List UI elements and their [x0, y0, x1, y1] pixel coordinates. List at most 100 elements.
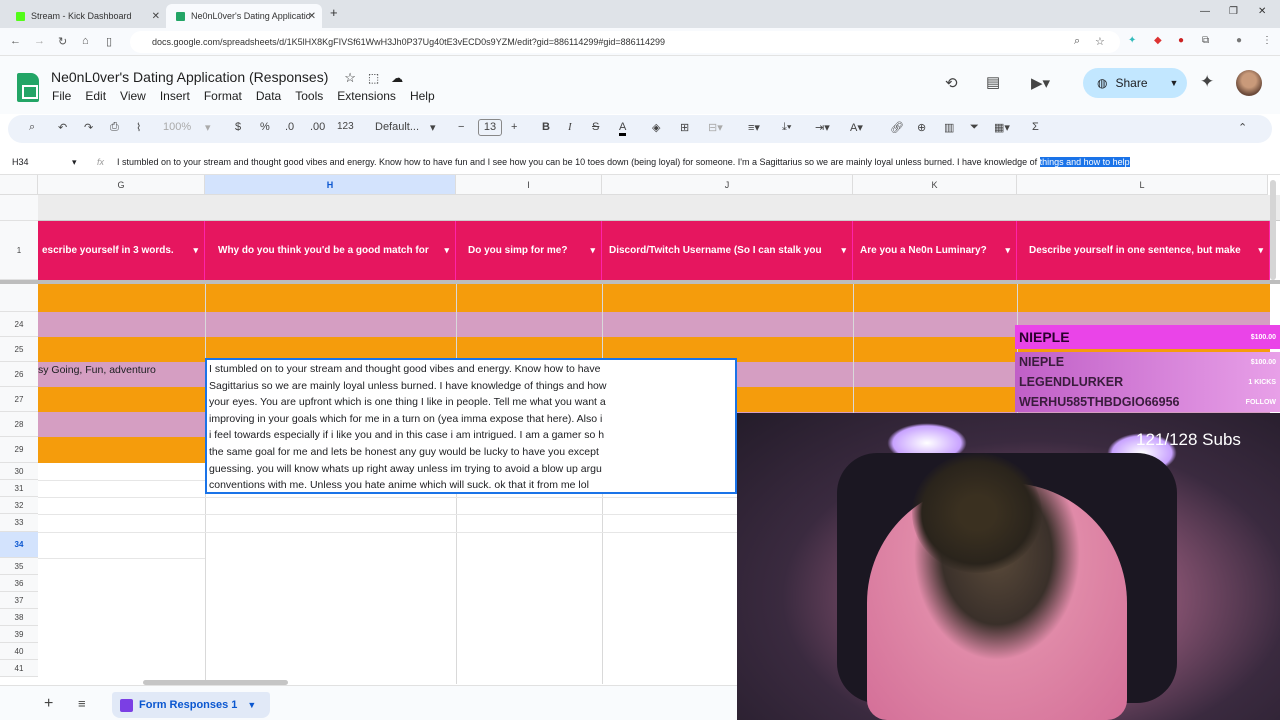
- header-cell[interactable]: Describe yourself in one sentence, but m…: [1017, 221, 1270, 280]
- chevron-down-icon[interactable]: ▼: [247, 700, 256, 710]
- row-header[interactable]: 25: [0, 337, 38, 362]
- decrease-decimal-button[interactable]: .0: [285, 121, 294, 133]
- bold-button[interactable]: B: [542, 121, 550, 133]
- percent-format-button[interactable]: %: [260, 121, 270, 133]
- insert-link-icon[interactable]: 🔗︎: [890, 121, 904, 134]
- chevron-down-icon[interactable]: ▾: [1258, 245, 1263, 256]
- row-header[interactable]: 24: [0, 312, 38, 337]
- filter-views-icon[interactable]: ▦▾: [994, 121, 1010, 134]
- row-header[interactable]: 31: [0, 480, 38, 497]
- column-header-k[interactable]: K: [853, 175, 1017, 195]
- row-header[interactable]: 35: [0, 558, 38, 575]
- row-header[interactable]: 36: [0, 575, 38, 592]
- horizontal-align-icon[interactable]: ≡▾: [748, 121, 760, 134]
- menu-extensions[interactable]: Extensions: [337, 89, 396, 103]
- filter-icon[interactable]: ⏷: [970, 121, 979, 134]
- meet-video-icon[interactable]: ▶▾: [1031, 74, 1050, 92]
- menu-tools[interactable]: Tools: [295, 89, 323, 103]
- profile-icon[interactable]: ●: [1236, 35, 1242, 46]
- chevron-down-icon[interactable]: ▾: [72, 157, 77, 168]
- share-button[interactable]: ◍ Share ▼: [1083, 68, 1187, 98]
- header-cell[interactable]: escribe yourself in 3 words. ▾: [38, 221, 205, 280]
- undo-icon[interactable]: ↶: [58, 121, 67, 134]
- menu-file[interactable]: File: [52, 89, 71, 103]
- minimize-icon[interactable]: —: [1200, 6, 1210, 17]
- column-header-i[interactable]: I: [456, 175, 602, 195]
- chevron-down-icon[interactable]: ▾: [193, 245, 198, 256]
- cell-g34[interactable]: sy Going, Fun, adventuro: [38, 364, 156, 376]
- insert-chart-icon[interactable]: ▥: [944, 121, 954, 134]
- header-cell[interactable]: Are you a Ne0n Luminary? ▾: [853, 221, 1017, 280]
- fill-color-icon[interactable]: ◈: [652, 121, 660, 134]
- menu-help[interactable]: Help: [410, 89, 435, 103]
- row-header[interactable]: 27: [0, 387, 38, 412]
- row-header[interactable]: 1: [0, 221, 38, 280]
- italic-button[interactable]: I: [568, 121, 572, 133]
- row-header[interactable]: 30: [0, 463, 38, 480]
- row-header[interactable]: 29: [0, 437, 38, 463]
- merge-cells-icon[interactable]: ⊟▾: [708, 121, 723, 134]
- row-header[interactable]: 33: [0, 514, 38, 532]
- browser-menu-icon[interactable]: ⋮: [1262, 35, 1272, 46]
- strikethrough-icon[interactable]: S: [592, 121, 599, 133]
- row-header[interactable]: 41: [0, 660, 38, 677]
- increase-font-size-button[interactable]: +: [511, 121, 517, 133]
- extension-icon[interactable]: ◆: [1154, 35, 1162, 46]
- browser-tab-sheets[interactable]: Ne0nL0ver's Dating Applicatio ✕: [166, 4, 322, 28]
- extensions-puzzle-icon[interactable]: ⧉: [1202, 35, 1209, 46]
- row-header[interactable]: 37: [0, 592, 38, 609]
- row-header[interactable]: 39: [0, 626, 38, 643]
- back-icon[interactable]: ←: [10, 35, 21, 47]
- formula-input[interactable]: I stumbled on to your stream and thought…: [117, 157, 1130, 167]
- borders-icon[interactable]: ⊞: [680, 121, 689, 134]
- zoom-icon[interactable]: ⌕: [1074, 35, 1080, 48]
- insert-comment-icon[interactable]: ⊕: [917, 121, 926, 134]
- cell-h34-active[interactable]: I stumbled on to your stream and thought…: [205, 358, 737, 494]
- text-rotation-icon[interactable]: A▾: [850, 121, 863, 134]
- chevron-down-icon[interactable]: ▾: [590, 245, 595, 256]
- menu-insert[interactable]: Insert: [160, 89, 190, 103]
- row-header[interactable]: 40: [0, 643, 38, 660]
- row-header[interactable]: 38: [0, 609, 38, 626]
- menu-edit[interactable]: Edit: [85, 89, 106, 103]
- chevron-down-icon[interactable]: ▼: [1170, 78, 1179, 88]
- comments-icon[interactable]: ▤: [986, 73, 1000, 91]
- column-header-l[interactable]: L: [1017, 175, 1268, 195]
- maximize-icon[interactable]: ❐: [1229, 6, 1238, 17]
- close-tab-icon[interactable]: ✕: [152, 11, 160, 22]
- move-folder-icon[interactable]: ⬚: [368, 71, 379, 85]
- collapse-toolbar-icon[interactable]: ⌃: [1238, 121, 1247, 134]
- header-cell[interactable]: Discord/Twitch Username (So I can stalk …: [602, 221, 853, 280]
- row-header[interactable]: 26: [0, 362, 38, 387]
- redo-icon[interactable]: ↷: [84, 121, 93, 134]
- row-header[interactable]: 34: [0, 532, 38, 558]
- increase-decimal-button[interactable]: .00: [310, 121, 325, 133]
- column-header-j[interactable]: J: [602, 175, 853, 195]
- column-header-g[interactable]: G: [38, 175, 205, 195]
- browser-tab-kick[interactable]: Stream - Kick Dashboard ✕: [6, 4, 166, 28]
- close-tab-icon[interactable]: ✕: [308, 11, 316, 22]
- header-cell[interactable]: Why do you think you'd be a good match f…: [205, 221, 456, 280]
- font-select[interactable]: Default...: [375, 121, 419, 133]
- select-all-corner[interactable]: [0, 175, 38, 195]
- font-size-input[interactable]: 13: [478, 119, 502, 136]
- chevron-down-icon[interactable]: ▾: [444, 245, 449, 256]
- avatar[interactable]: [1236, 70, 1262, 96]
- vertical-scrollbar[interactable]: [1270, 180, 1276, 280]
- menu-format[interactable]: Format: [204, 89, 242, 103]
- url-field[interactable]: docs.google.com/spreadsheets/d/1K5lHX8Kg…: [130, 31, 1120, 53]
- decrease-font-size-button[interactable]: −: [458, 121, 464, 133]
- sheets-logo-icon[interactable]: [17, 73, 39, 102]
- text-color-icon[interactable]: A: [619, 121, 627, 136]
- menu-data[interactable]: Data: [256, 89, 281, 103]
- print-icon[interactable]: ⎙: [110, 121, 119, 134]
- paint-format-icon[interactable]: ⌇: [136, 121, 141, 134]
- row-header[interactable]: 32: [0, 497, 38, 514]
- functions-icon[interactable]: Σ: [1032, 121, 1039, 133]
- chevron-down-icon[interactable]: ▾: [841, 245, 846, 256]
- add-sheet-icon[interactable]: +: [44, 695, 53, 713]
- chevron-down-icon[interactable]: ▾: [1005, 245, 1010, 256]
- star-icon[interactable]: ☆: [344, 70, 356, 85]
- header-cell[interactable]: Do you simp for me? ▾: [456, 221, 602, 280]
- search-menus-icon[interactable]: ⌕: [29, 121, 35, 134]
